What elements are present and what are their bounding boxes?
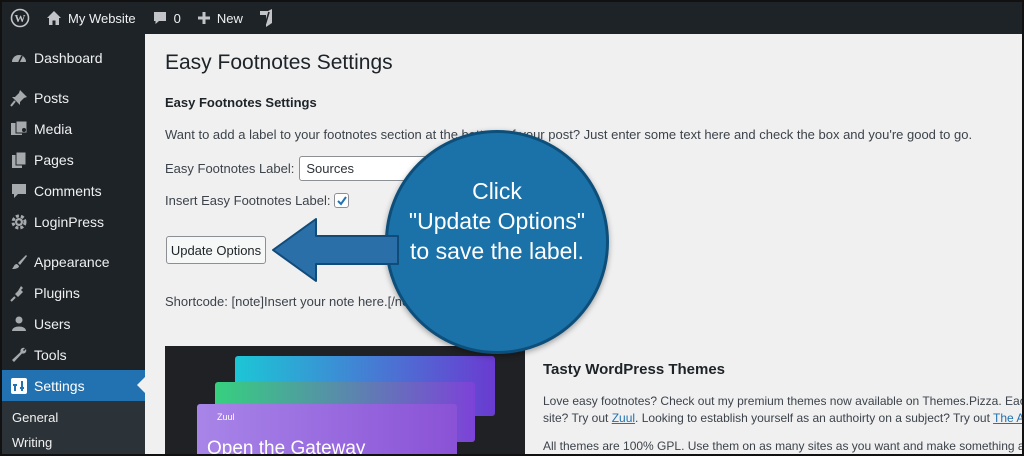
sidebar-item-label: Dashboard <box>34 49 103 66</box>
submenu-item-writing[interactable]: Writing <box>2 430 145 454</box>
authority-theme-link[interactable]: The Auth <box>993 411 1022 425</box>
promo-title: Tasty WordPress Themes <box>543 361 726 378</box>
sidebar-item-label: Settings <box>34 377 85 394</box>
promo-text-3: All themes are 100% GPL. Use them on as … <box>543 439 1024 453</box>
submenu-item-general[interactable]: General <box>2 405 145 430</box>
site-name: My Website <box>68 10 136 26</box>
footnotes-label-caption: Easy Footnotes Label: <box>165 161 295 176</box>
app-window: W My Website 0 New Dashboard Posts Media… <box>0 0 1024 456</box>
sidebar-item-label: Plugins <box>34 284 80 301</box>
sidebar-item-appearance[interactable]: Appearance <box>2 246 145 277</box>
brush-icon <box>9 252 29 272</box>
comments-count: 0 <box>173 10 181 26</box>
preview-headline: Open the Gateway <box>207 438 366 456</box>
settings-description: Want to add a label to your footnotes se… <box>165 127 973 142</box>
annotation-arrow-icon <box>272 218 399 282</box>
comments-link[interactable]: 0 <box>144 2 189 34</box>
settings-submenu: General Writing <box>2 401 145 454</box>
page-title: Easy Footnotes Settings <box>165 51 393 74</box>
sidebar-item-label: Tools <box>34 346 67 363</box>
sidebar-item-dashboard[interactable]: Dashboard <box>2 42 145 73</box>
sidebar-item-comments[interactable]: Comments <box>2 175 145 206</box>
pages-icon <box>9 150 29 170</box>
sidebar-item-label: Media <box>34 120 73 137</box>
preview-brand: Zuul <box>217 412 235 422</box>
promo-text-2-pre: site? Try out <box>543 411 612 425</box>
insert-label-checkbox[interactable] <box>334 193 350 208</box>
sidebar-item-posts[interactable]: Posts <box>2 82 145 113</box>
instruction-callout: Click "Update Options" to save the label… <box>385 130 609 354</box>
promo-text-2: site? Try out Zuul. Looking to establish… <box>543 411 1022 425</box>
dashboard-icon <box>9 48 29 68</box>
home-icon <box>46 10 62 26</box>
zuul-link[interactable]: Zuul <box>612 411 635 425</box>
insert-label-caption: Insert Easy Footnotes Label: <box>165 193 331 208</box>
checkmark-icon <box>337 195 347 206</box>
gear-icon <box>9 212 29 232</box>
plug-icon <box>9 283 29 303</box>
sidebar-item-pages[interactable]: Pages <box>2 144 145 175</box>
pin-icon <box>9 88 29 108</box>
site-name-link[interactable]: My Website <box>38 2 144 34</box>
callout-line-2: "Update Options" <box>408 208 586 234</box>
new-content-link[interactable]: New <box>189 2 251 34</box>
sidebar-item-label: Appearance <box>34 253 110 270</box>
user-icon <box>9 314 29 334</box>
plus-icon <box>197 11 211 25</box>
sidebar-item-tools[interactable]: Tools <box>2 339 145 370</box>
new-label: New <box>216 10 243 26</box>
wrench-icon <box>9 345 29 365</box>
comment-icon <box>9 181 29 201</box>
wordpress-logo-icon[interactable]: W <box>2 2 38 34</box>
promo-text-1: Love easy footnotes? Check out my premiu… <box>543 394 1024 408</box>
sidebar-item-settings[interactable]: Settings <box>2 370 145 401</box>
insert-label-row: Insert Easy Footnotes Label: <box>165 193 350 208</box>
themes-preview-image: Zuul Open the Gateway <box>165 346 525 456</box>
sidebar-item-label: Comments <box>34 182 102 199</box>
admin-sidebar: Dashboard Posts Media Pages Comments Log… <box>2 34 145 454</box>
update-options-button[interactable]: Update Options <box>166 236 266 264</box>
callout-line-3: to save the label. <box>410 238 584 264</box>
callout-line-1: Click <box>472 178 522 204</box>
sidebar-item-users[interactable]: Users <box>2 308 145 339</box>
section-title: Easy Footnotes Settings <box>165 95 317 110</box>
sidebar-item-label: Users <box>34 315 71 332</box>
shortcode-hint: Shortcode: [note]Insert your note here.[… <box>165 294 424 309</box>
yoast-icon[interactable] <box>251 2 281 34</box>
promo-text-2-mid: . Looking to establish yourself as an au… <box>635 411 994 425</box>
sidebar-item-media[interactable]: Media <box>2 113 145 144</box>
media-icon <box>9 119 29 139</box>
settings-icon <box>9 376 29 396</box>
sidebar-item-loginpress[interactable]: LoginPress <box>2 206 145 237</box>
comment-icon <box>152 10 168 26</box>
sidebar-item-plugins[interactable]: Plugins <box>2 277 145 308</box>
admin-bar: W My Website 0 New <box>2 2 1022 34</box>
sidebar-item-label: Pages <box>34 151 74 168</box>
sidebar-item-label: Posts <box>34 89 70 106</box>
svg-text:W: W <box>15 13 26 25</box>
sidebar-item-label: LoginPress <box>34 213 105 230</box>
